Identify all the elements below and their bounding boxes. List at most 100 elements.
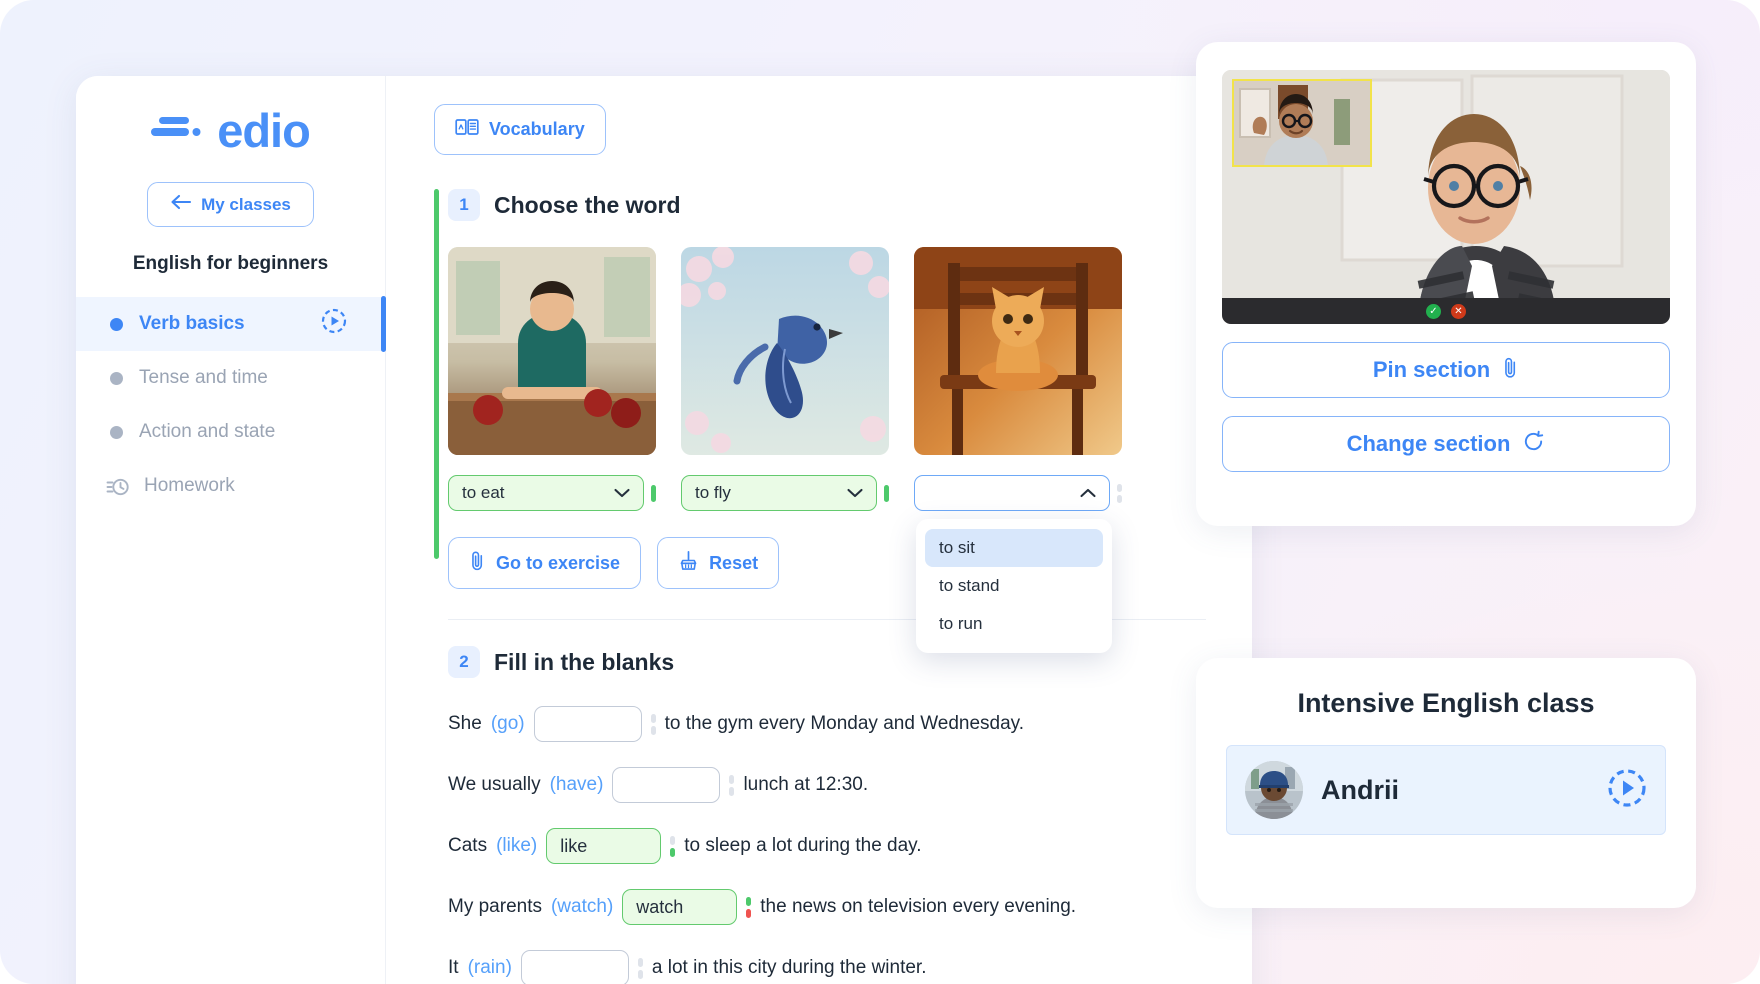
pin-section-button[interactable]: Pin section (1222, 342, 1670, 398)
sidebar-item-label: Tense and time (139, 367, 268, 388)
my-classes-button[interactable]: My classes (147, 182, 314, 227)
sidebar-item-label: Action and state (139, 421, 276, 442)
answer-status-marker (670, 835, 676, 857)
blank-input[interactable] (533, 706, 642, 742)
reset-button[interactable]: Reset (657, 537, 780, 589)
dropdown-option-to-sit[interactable]: to sit (925, 529, 1103, 567)
exercise-title: Choose the word (494, 191, 681, 218)
exercise-1: 1 Choose the word to eat to fly to sit t… (434, 189, 1252, 653)
logo[interactable]: edio (76, 98, 385, 162)
word-select-value: to fly (695, 483, 731, 502)
close-icon[interactable]: ✕ (1451, 303, 1466, 319)
blue-bird-flying-photo (681, 247, 889, 455)
word-cards-row: to eat to fly to sit to stand to run (448, 247, 1252, 653)
my-classes-label: My classes (201, 194, 291, 214)
word-card: to eat (448, 247, 656, 511)
word-card: to fly (681, 247, 889, 511)
answer-status-marker (1117, 483, 1122, 503)
verb-hint: (like) (496, 835, 538, 856)
course-title: English for beginners (132, 253, 329, 274)
exercise-2-header: 2 Fill in the blanks (448, 646, 1252, 678)
sentence-prefix: It (448, 957, 459, 978)
teacher-webcam-video[interactable]: ✓ ✕ (1222, 70, 1670, 324)
sidebar-item-label: Homework (144, 475, 235, 496)
word-select-value: to eat (462, 483, 505, 502)
avatar (1245, 761, 1303, 819)
paperclip-icon (1502, 356, 1519, 385)
fill-row: We usually (have) lunch at 12:30. (448, 763, 1252, 807)
go-to-exercise-label: Go to exercise (496, 552, 621, 573)
sentence-suffix: lunch at 12:30. (743, 774, 869, 795)
sidebar-item-homework[interactable]: Homework (76, 459, 385, 513)
exercise-title: Fill in the blanks (494, 648, 675, 675)
refresh-icon (1522, 430, 1545, 459)
sentence-suffix: a lot in this city during the winter. (651, 957, 927, 978)
vocabulary-label: Vocabulary (489, 119, 585, 139)
sidebar-item-tense-and-time[interactable]: Tense and time (76, 351, 385, 405)
homework-clock-icon (106, 475, 129, 497)
vocabulary-button[interactable]: Vocabulary (434, 104, 606, 155)
sentence-suffix: to the gym every Monday and Wednesday. (664, 713, 1025, 734)
blank-input[interactable]: watch (622, 889, 738, 925)
student-name: Andrii (1321, 774, 1399, 805)
dropdown-option-to-run[interactable]: to run (925, 605, 1103, 643)
exercise-number-badge: 1 (448, 189, 480, 221)
blank-input[interactable] (520, 950, 629, 984)
video-call-controls: ✓ ✕ (1222, 298, 1670, 324)
sidebar-item-verb-basics[interactable]: Verb basics (76, 296, 386, 352)
play-progress-icon[interactable] (1607, 768, 1647, 813)
change-section-label: Change section (1346, 431, 1511, 456)
fill-row: Cats (like) like to sleep a lot during t… (448, 824, 1252, 868)
sentence-prefix: Cats (448, 835, 488, 856)
chevron-down-icon (847, 483, 863, 503)
open-book-icon (455, 117, 479, 142)
blank-input[interactable] (612, 767, 721, 803)
main-card: edio My classes English for beginners Ve… (76, 76, 1252, 984)
dropdown-option-to-stand[interactable]: to stand (925, 567, 1103, 605)
verb-hint: (watch) (550, 896, 614, 917)
verb-hint: (go) (490, 713, 525, 734)
dot-icon (110, 317, 123, 331)
logo-text: edio (217, 103, 311, 157)
word-card: to sit to stand to run (914, 247, 1122, 653)
class-title: Intensive English class (1297, 688, 1595, 718)
sidebar: edio My classes English for beginners Ve… (76, 76, 386, 984)
exercise-number-badge: 2 (448, 646, 480, 678)
list-item[interactable]: Andrii (1226, 745, 1666, 835)
blank-input[interactable]: like (546, 828, 662, 864)
answer-status-marker (746, 896, 752, 918)
exercise-1-actions: Go to exercise Reset (448, 537, 1252, 589)
word-select[interactable]: to fly (681, 475, 877, 511)
fill-row: My parents (watch) watch the news on tel… (448, 885, 1252, 929)
word-select-row: to sit to stand to run (914, 475, 1122, 653)
word-select[interactable]: to eat (448, 475, 644, 511)
dot-icon (110, 371, 123, 385)
edio-logo-icon (151, 113, 207, 147)
student-webcam-pip-video[interactable] (1232, 79, 1372, 167)
correct-rail-indicator (434, 189, 439, 559)
class-panel: Intensive English class Andrii (1196, 658, 1696, 908)
broom-icon (678, 550, 699, 576)
check-icon[interactable]: ✓ (1426, 303, 1441, 319)
answer-status-marker (637, 957, 643, 979)
answer-status-marker (729, 774, 735, 796)
sentence-suffix: to sleep a lot during the day. (684, 835, 922, 856)
sidebar-item-label: Verb basics (139, 313, 245, 334)
reset-label: Reset (709, 552, 759, 573)
paperclip-icon (469, 550, 486, 576)
change-section-button[interactable]: Change section (1222, 416, 1670, 472)
sentence-prefix: My parents (448, 896, 542, 917)
dot-icon (110, 425, 123, 439)
fill-row: It (rain) a lot in this city during the … (448, 946, 1252, 984)
sidebar-item-action-and-state[interactable]: Action and state (76, 405, 385, 459)
go-to-exercise-button[interactable]: Go to exercise (448, 537, 642, 589)
pin-section-label: Pin section (1372, 357, 1491, 382)
word-select-open[interactable] (914, 475, 1110, 511)
content-area: Vocabulary 1 Choose the word to eat to f… (386, 76, 1252, 984)
play-progress-icon[interactable] (321, 308, 347, 340)
word-options-dropdown[interactable]: to sit to stand to run (916, 519, 1112, 653)
sentence-suffix: the news on television every evening. (760, 896, 1077, 917)
exercise-2: 2 Fill in the blanks She (go) to the gym… (434, 646, 1252, 984)
answer-status-marker (650, 713, 656, 735)
word-select-row: to eat (448, 475, 656, 511)
